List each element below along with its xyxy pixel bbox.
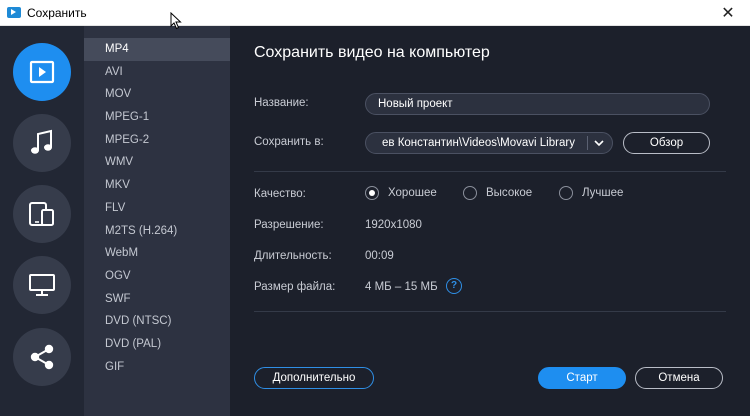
title-bar: Сохранить ✕ — [0, 0, 750, 26]
share-icon — [30, 344, 54, 370]
format-item[interactable]: MKV — [84, 174, 230, 197]
window-title: Сохранить — [27, 5, 87, 20]
share-category-button[interactable] — [13, 328, 71, 386]
format-item[interactable]: MPEG-2 — [84, 129, 230, 152]
save-location-label: Сохранить в: — [254, 136, 324, 148]
quality-high-radio[interactable]: Высокое — [463, 186, 532, 200]
format-item[interactable]: OGV — [84, 265, 230, 288]
format-list: MP4 AVI MOV MPEG-1 MPEG-2 WMV MKV FLV M2TS (H.26… — [84, 26, 230, 416]
format-item[interactable]: WebM — [84, 242, 230, 265]
start-button[interactable]: Старт — [538, 367, 626, 389]
format-item[interactable]: MPEG-1 — [84, 106, 230, 129]
music-icon — [31, 129, 52, 154]
section-divider — [254, 171, 726, 172]
save-path-value: ев Константин\Videos\Movavi Library — [382, 137, 575, 149]
app-icon — [7, 7, 21, 18]
mouse-cursor-icon — [170, 12, 182, 30]
resolution-value: 1920x1080 — [365, 219, 422, 231]
format-item[interactable]: SWF — [84, 288, 230, 311]
help-icon[interactable]: ? — [446, 278, 462, 294]
resolution-label: Разрешение: — [254, 219, 324, 231]
main-panel: Сохранить видео на компьютер Название: С… — [230, 26, 750, 416]
format-item[interactable]: MOV — [84, 83, 230, 106]
category-sidebar — [0, 26, 84, 416]
name-label: Название: — [254, 97, 309, 109]
page-title: Сохранить видео на компьютер — [254, 44, 490, 61]
audio-category-button[interactable] — [13, 114, 71, 172]
close-button[interactable]: ✕ — [706, 0, 750, 26]
format-item[interactable]: M2TS (H.264) — [84, 220, 230, 243]
duration-label: Длительность: — [254, 250, 332, 262]
radio-dot — [463, 186, 477, 200]
devices-category-button[interactable] — [13, 185, 71, 243]
section-divider — [254, 311, 726, 312]
browse-button[interactable]: Обзор — [623, 132, 710, 154]
format-item[interactable]: AVI — [84, 61, 230, 84]
dropdown-divider — [587, 136, 588, 150]
save-location-dropdown[interactable]: ев Константин\Videos\Movavi Library — [365, 132, 613, 154]
chevron-down-icon — [594, 140, 604, 147]
quality-best-radio[interactable]: Лучшее — [559, 186, 623, 200]
video-icon — [29, 60, 55, 84]
radio-dot — [559, 186, 573, 200]
monitor-icon — [29, 274, 55, 296]
duration-value: 00:09 — [365, 250, 394, 262]
format-item[interactable]: WMV — [84, 151, 230, 174]
format-item[interactable]: FLV — [84, 197, 230, 220]
filesize-label: Размер файла: — [254, 281, 336, 293]
advanced-button[interactable]: Дополнительно — [254, 367, 374, 389]
quality-good-radio[interactable]: Хорошее — [365, 186, 437, 200]
quality-label: Качество: — [254, 188, 306, 200]
cancel-button[interactable]: Отмена — [635, 367, 723, 389]
devices-icon — [29, 202, 54, 226]
format-item[interactable]: GIF — [84, 356, 230, 379]
tv-category-button[interactable] — [13, 256, 71, 314]
video-category-button[interactable] — [13, 43, 71, 101]
name-input[interactable] — [365, 93, 710, 115]
format-item[interactable]: DVD (PAL) — [84, 333, 230, 356]
format-item[interactable]: MP4 — [84, 38, 230, 61]
quality-high-label: Высокое — [486, 187, 533, 199]
quality-good-label: Хорошее — [388, 187, 437, 199]
quality-best-label: Лучшее — [582, 187, 624, 199]
radio-dot — [365, 186, 379, 200]
format-item[interactable]: DVD (NTSC) — [84, 310, 230, 333]
filesize-value: 4 МБ – 15 МБ — [365, 281, 438, 293]
